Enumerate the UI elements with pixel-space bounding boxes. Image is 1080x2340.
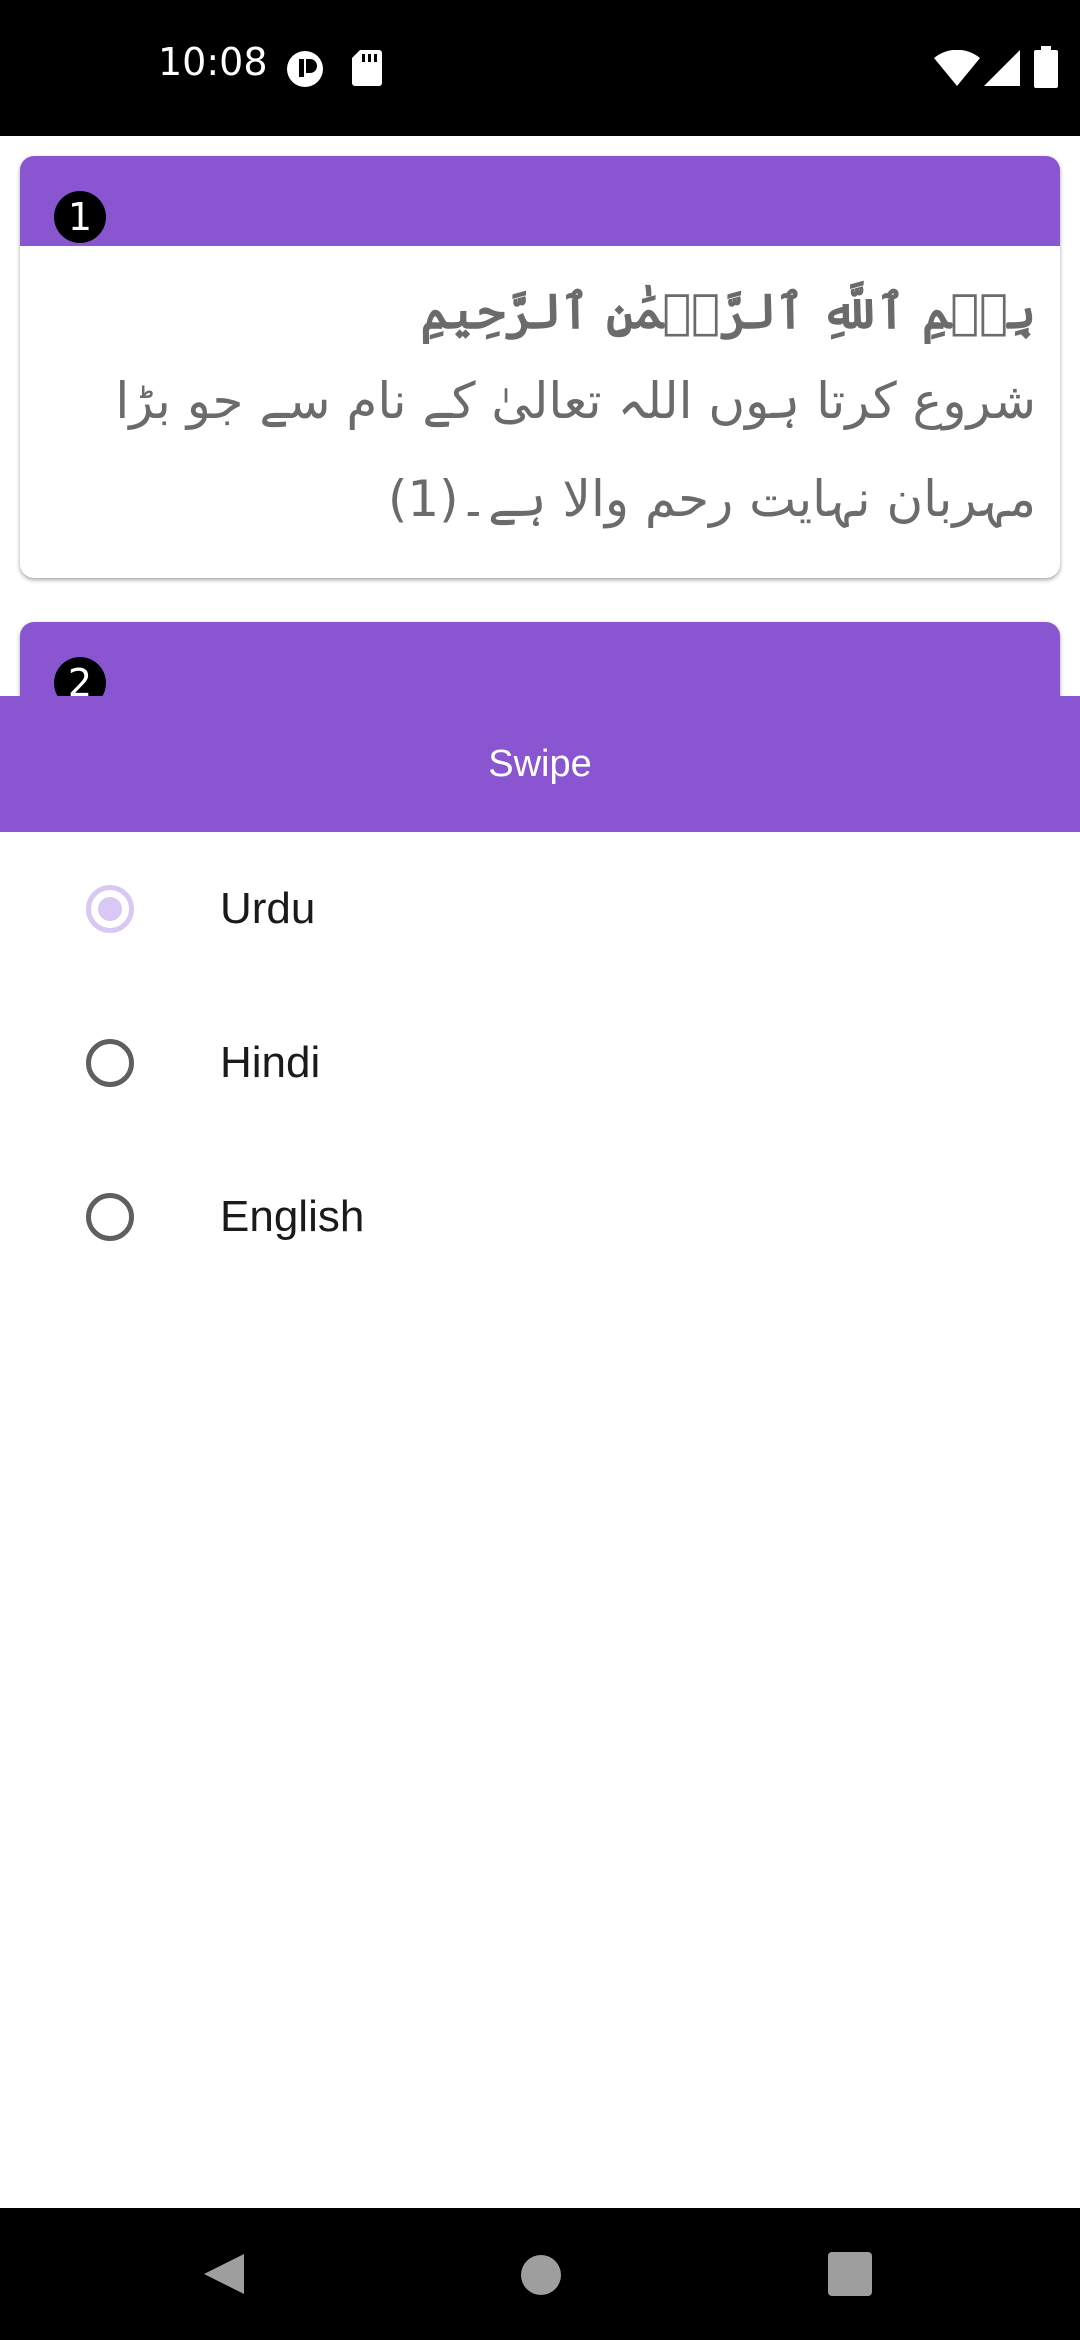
wifi-icon — [934, 50, 980, 86]
verse-card-header: 2 — [20, 622, 1060, 696]
verse-card-body: بِسۡمِ ٱللَّهِ ٱلرَّحۡمَٰنِ ٱلرَّحِيمِ ش… — [20, 246, 1060, 578]
home-icon[interactable] — [520, 2254, 562, 2296]
verse-number-badge: 2 — [54, 657, 106, 696]
sheet-title[interactable]: Swipe — [0, 696, 1080, 832]
verse-card-header: 1 — [20, 156, 1060, 246]
option-label: English — [220, 1192, 365, 1241]
radio-button[interactable] — [86, 1193, 134, 1241]
navigation-bar — [0, 2208, 1080, 2340]
option-label: Hindi — [220, 1038, 321, 1087]
sd-card-icon — [352, 50, 382, 86]
battery-icon — [1034, 46, 1058, 88]
radio-button-selected[interactable] — [86, 885, 134, 933]
notification-app-icon — [287, 51, 323, 87]
verse-arabic-text: بِسۡمِ ٱللَّهِ ٱلرَّحۡمَٰنِ ٱلرَّحِيمِ — [420, 284, 1036, 340]
language-option-urdu[interactable]: Urdu — [0, 832, 1080, 986]
language-option-english[interactable]: English — [0, 1140, 1080, 1294]
signal-icon — [984, 50, 1020, 86]
verse-card[interactable]: 1 بِسۡمِ ٱللَّهِ ٱلرَّحۡمَٰنِ ٱلرَّحِيمِ… — [20, 156, 1060, 578]
verse-list[interactable]: 1 بِسۡمِ ٱللَّهِ ٱلرَّحۡمَٰنِ ٱلرَّحِيمِ… — [0, 136, 1080, 696]
recents-icon[interactable] — [828, 2252, 872, 2296]
language-option-hindi[interactable]: Hindi — [0, 986, 1080, 1140]
status-bar: 10:08 — [0, 0, 1080, 136]
verse-translation-text: شروع کرتا ہوں اللہ تعالیٰ کے نام سے جو ب… — [115, 372, 1036, 528]
option-label: Urdu — [220, 884, 316, 933]
verse-number-badge: 1 — [54, 191, 106, 243]
back-icon[interactable] — [200, 2250, 248, 2298]
status-time: 10:08 — [158, 40, 268, 84]
swipe-sheet: Swipe Urdu Hindi English — [0, 696, 1080, 2208]
radio-button[interactable] — [86, 1039, 134, 1087]
verse-card[interactable]: 2 — [20, 622, 1060, 696]
